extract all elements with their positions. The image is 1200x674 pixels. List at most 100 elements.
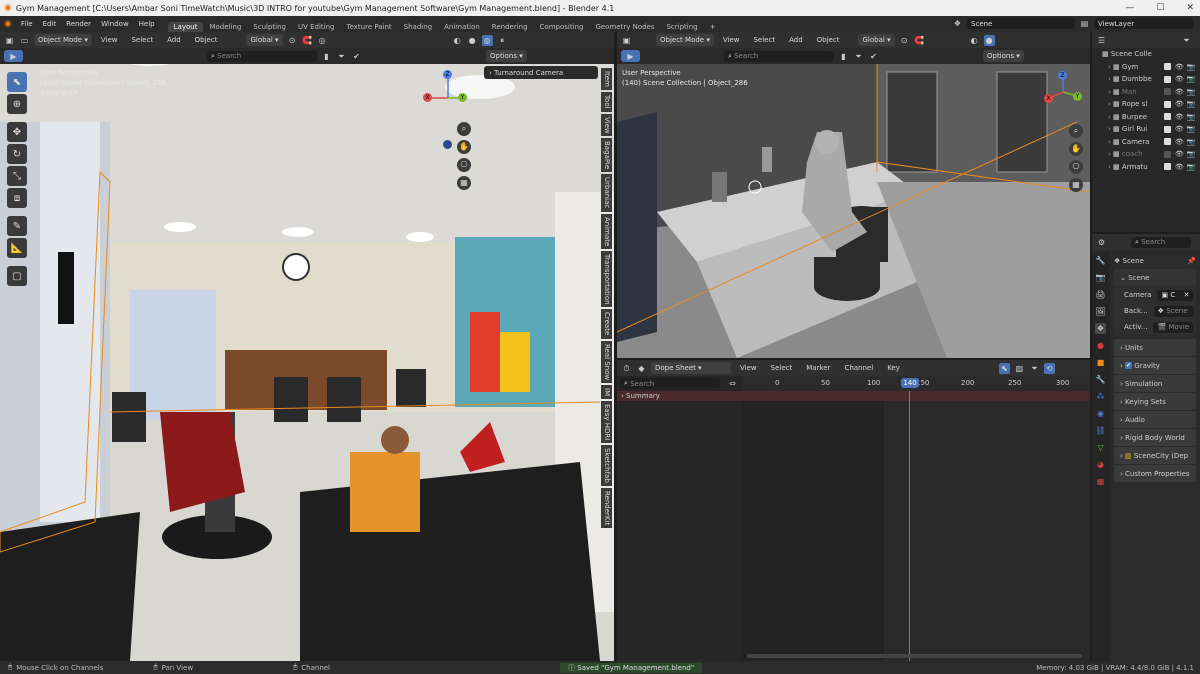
- n-tab-transportation[interactable]: Transportation: [601, 250, 612, 308]
- visibility-eye-icon[interactable]: 👁: [1175, 125, 1184, 133]
- expand-arrow-icon[interactable]: ›: [1108, 150, 1111, 158]
- render-camera-icon[interactable]: 📷: [1187, 125, 1196, 133]
- dope-menu-select[interactable]: Select: [766, 364, 798, 372]
- measure-tool-button[interactable]: 📐: [7, 238, 27, 258]
- tab-texture-paint[interactable]: Texture Paint: [341, 22, 398, 32]
- right-camera-view-icon[interactable]: ⎔: [1069, 160, 1083, 174]
- scale-tool-button[interactable]: ⤡: [7, 166, 27, 186]
- outliner-row[interactable]: › ▦ Armatu 👁 📷: [1092, 161, 1200, 174]
- left-menu-view[interactable]: View: [96, 36, 123, 44]
- right-zoom-icon[interactable]: ⌕: [1069, 124, 1083, 138]
- left-gizmo-z[interactable]: Z: [443, 70, 452, 79]
- right-gizmo-y[interactable]: Y: [1073, 92, 1082, 101]
- menu-file[interactable]: File: [16, 20, 38, 28]
- left-zoom-icon[interactable]: ⌕: [457, 122, 471, 136]
- dope-mode-dropdown[interactable]: Dope Sheet ▾: [651, 362, 731, 374]
- check-icon[interactable]: ✔: [351, 51, 362, 62]
- render-camera-icon[interactable]: 📷: [1187, 138, 1196, 146]
- dope-sheet-editor[interactable]: ⏱ ◆ Dope Sheet ▾ View Select Marker Chan…: [617, 360, 1090, 661]
- gravity-checkbox[interactable]: ✔: [1125, 362, 1133, 369]
- gravity-panel[interactable]: › ✔ Gravity: [1114, 357, 1196, 374]
- n-tab-sketchfab[interactable]: Sketchfab: [601, 445, 612, 487]
- world-tab-icon[interactable]: ●: [1095, 340, 1106, 351]
- right-pivot-icon[interactable]: ⊙: [899, 35, 910, 46]
- expand-arrow-icon[interactable]: ›: [1108, 88, 1111, 96]
- only-selected-icon[interactable]: ⬉: [998, 362, 1010, 374]
- tab-shading[interactable]: Shading: [398, 22, 438, 32]
- move-tool-button[interactable]: ✥: [7, 122, 27, 142]
- exclude-checkbox-icon[interactable]: [1163, 163, 1171, 171]
- expand-arrow-icon[interactable]: ›: [1108, 163, 1111, 171]
- pin-icon[interactable]: 📌: [1187, 257, 1196, 265]
- n-tab-urbaniac[interactable]: Urbaniac: [601, 174, 612, 212]
- dope-playhead[interactable]: [909, 391, 910, 661]
- physics-tab-icon[interactable]: ◉: [1095, 408, 1106, 419]
- object-tab-icon[interactable]: ■: [1095, 357, 1106, 368]
- shading-render-icon[interactable]: ◍: [481, 34, 493, 46]
- properties-type-icon[interactable]: ⚙: [1096, 237, 1107, 248]
- render-camera-icon[interactable]: 📷: [1187, 100, 1196, 108]
- material-tab-icon[interactable]: ◕: [1095, 459, 1106, 470]
- left-mode-dropdown[interactable]: Object Mode ▾: [34, 34, 92, 46]
- n-tab-renderkit[interactable]: RenderKit: [601, 488, 612, 529]
- dope-menu-channel[interactable]: Channel: [839, 364, 878, 372]
- right-gizmo-x[interactable]: X: [1044, 94, 1053, 103]
- menu-help[interactable]: Help: [134, 20, 160, 28]
- n-tab-real-snow[interactable]: Real Snow: [601, 340, 612, 383]
- exclude-checkbox-icon[interactable]: [1163, 150, 1171, 158]
- exclude-checkbox-icon[interactable]: [1163, 63, 1171, 71]
- dope-current-frame[interactable]: 140: [901, 378, 919, 388]
- left-menu-select[interactable]: Select: [126, 36, 158, 44]
- tab-animation[interactable]: Animation: [438, 22, 486, 32]
- overlay-icon[interactable]: ◐: [452, 35, 463, 46]
- cursor-tool-button[interactable]: ⊕: [7, 94, 27, 114]
- render-camera-icon[interactable]: 📷: [1187, 113, 1196, 121]
- menu-render[interactable]: Render: [61, 20, 96, 28]
- dope-filter-icon[interactable]: ⏷: [1029, 363, 1040, 374]
- n-tab-create[interactable]: Create: [601, 309, 612, 339]
- tab-uv-editing[interactable]: UV Editing: [292, 22, 341, 32]
- render-camera-icon[interactable]: 📷: [1187, 163, 1196, 171]
- scene-selector[interactable]: Scene: [967, 18, 1075, 29]
- visibility-eye-icon[interactable]: 👁: [1175, 113, 1184, 121]
- outliner-row[interactable]: › ▦ Girl Rui 👁 📷: [1092, 123, 1200, 136]
- modifier-tab-icon[interactable]: 🔧: [1095, 374, 1106, 385]
- exclude-checkbox-icon[interactable]: [1163, 88, 1171, 96]
- render-camera-icon[interactable]: 📷: [1187, 75, 1196, 83]
- expand-arrow-icon[interactable]: ›: [1108, 138, 1111, 146]
- outliner-row[interactable]: › ▦ Dumbbe 👁 📷: [1092, 73, 1200, 86]
- units-panel[interactable]: › Units: [1114, 339, 1196, 356]
- n-tab-bagapie[interactable]: BagaPie: [601, 138, 612, 173]
- expand-arrow-icon[interactable]: ›: [1108, 100, 1111, 108]
- outliner-row[interactable]: › ▦ coach 👁 📷: [1092, 148, 1200, 161]
- right-mode-dropdown[interactable]: Object Mode ▾: [656, 34, 714, 46]
- camera-field[interactable]: ▣ C ✕: [1157, 289, 1194, 301]
- tab-scripting[interactable]: Scripting: [660, 22, 703, 32]
- visibility-eye-icon[interactable]: 👁: [1175, 88, 1184, 96]
- saved-report[interactable]: ⓘ Saved "Gym Management.blend": [560, 662, 703, 673]
- dope-editor-type-icon[interactable]: ⏱: [621, 363, 632, 374]
- left-camera-view-icon[interactable]: ⎔: [457, 158, 471, 172]
- view-layer-tab-icon[interactable]: 🖼: [1095, 306, 1106, 317]
- editor-type-icon[interactable]: ▣: [4, 35, 15, 46]
- left-gizmo-neg-z[interactable]: [443, 140, 452, 149]
- tab-modeling[interactable]: Modeling: [203, 22, 247, 32]
- outliner-row[interactable]: › ▦ Rope sl 👁 📷: [1092, 98, 1200, 111]
- render-camera-icon[interactable]: 📷: [1187, 88, 1196, 96]
- left-orientation-dropdown[interactable]: Global ▾: [246, 34, 283, 46]
- dope-menu-key[interactable]: Key: [882, 364, 905, 372]
- outliner-scene-collection[interactable]: ▦ Scene Colle: [1092, 48, 1200, 61]
- outliner-row[interactable]: › ▦ Burpee 👁 📷: [1092, 111, 1200, 124]
- right-bookmark-icon[interactable]: ▮: [838, 51, 849, 62]
- snap-icon[interactable]: 🧲: [302, 35, 313, 46]
- output-tab-icon[interactable]: 🖨: [1095, 289, 1106, 300]
- right-check-icon[interactable]: ✔: [868, 51, 879, 62]
- left-gizmo-y[interactable]: Y: [458, 93, 467, 102]
- dope-menu-marker[interactable]: Marker: [801, 364, 835, 372]
- particles-tab-icon[interactable]: ⁂: [1095, 391, 1106, 402]
- outliner-type-icon[interactable]: ☰: [1096, 35, 1107, 46]
- tab-compositing[interactable]: Compositing: [534, 22, 590, 32]
- left-gizmo-x[interactable]: X: [423, 93, 432, 102]
- render-camera-icon[interactable]: 📷: [1187, 150, 1196, 158]
- left-pan-hand-icon[interactable]: ✋: [457, 140, 471, 154]
